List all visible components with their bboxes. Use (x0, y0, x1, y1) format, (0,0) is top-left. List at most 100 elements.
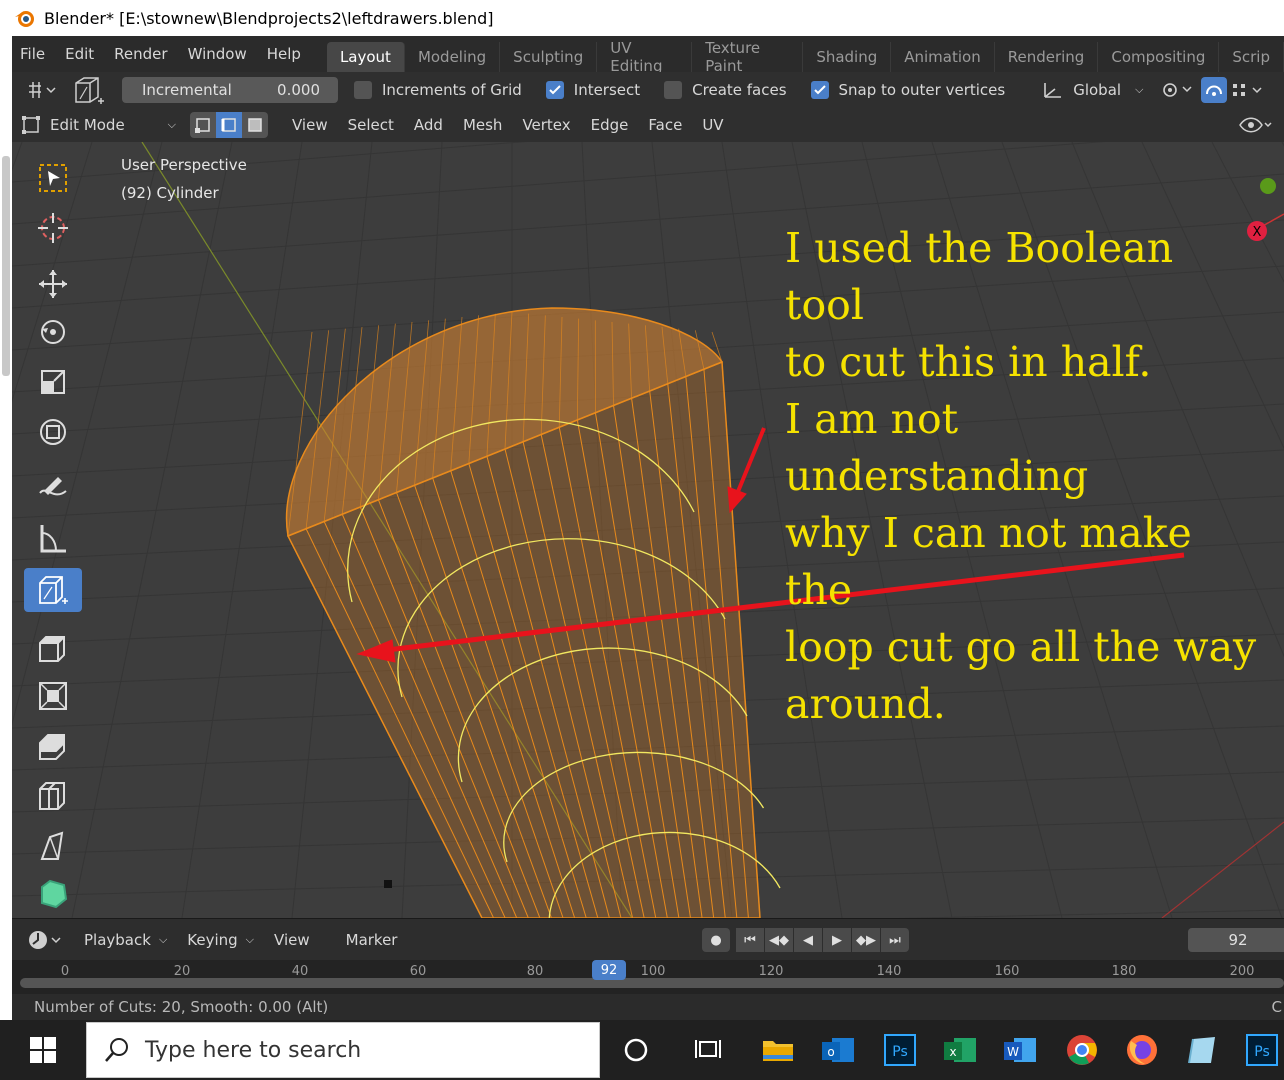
cortana-button[interactable] (614, 1028, 658, 1072)
proportional-toggle[interactable] (1201, 77, 1228, 103)
move-icon (39, 270, 67, 298)
firefox-button[interactable] (1120, 1028, 1164, 1072)
timeline-scrollbar[interactable] (20, 978, 1284, 988)
annotation-line: loop cut go all the way (785, 623, 1257, 671)
menu-label: Playback (84, 930, 151, 949)
orientation-dropdown[interactable]: Global ⌵ (1041, 77, 1151, 103)
checkbox-box[interactable] (545, 81, 564, 99)
tool-transform[interactable] (24, 410, 82, 454)
menu-face[interactable]: Face (638, 116, 692, 134)
record-button[interactable]: ● (702, 928, 730, 952)
app-button[interactable] (1180, 1028, 1224, 1072)
menu-edit[interactable]: Edit (55, 36, 104, 72)
snap-to-dropdown[interactable] (22, 77, 62, 103)
notepad-icon (1188, 1037, 1215, 1064)
menu-playback[interactable]: Playback ⌵ (74, 931, 177, 949)
viewport-header: Edit Mode ⌵ View Select Add Mesh Vertex … (12, 108, 1284, 142)
menu-help[interactable]: Help (257, 36, 311, 72)
edge-select-icon (221, 118, 236, 132)
menu-edge[interactable]: Edge (581, 116, 639, 134)
jump-start-icon[interactable]: ⏮ (736, 928, 764, 952)
tool-loop-cut-active[interactable] (24, 568, 82, 612)
tool-annotate[interactable] (24, 466, 82, 510)
increment-field[interactable]: Incremental 0.000 (122, 77, 338, 103)
tab-animation[interactable]: Animation (891, 42, 995, 72)
loopcut-tool-icon-header[interactable] (66, 77, 110, 104)
folder-icon (763, 1041, 793, 1061)
outlook-button[interactable]: o (816, 1028, 860, 1072)
search-placeholder: Type here to search (145, 1037, 362, 1063)
menu-select[interactable]: Select (338, 116, 404, 134)
menu-view[interactable]: View (282, 116, 338, 134)
timeline-ruler[interactable]: 0 20 40 60 80 100 120 140 160 180 200 92 (12, 960, 1284, 994)
tool-loop-cut[interactable] (24, 774, 82, 818)
menu-marker[interactable]: Marker (336, 931, 408, 949)
tool-rotate[interactable] (24, 310, 82, 354)
word-button[interactable]: W (998, 1028, 1042, 1072)
tab-shading[interactable]: Shading (803, 42, 892, 72)
tab-scripting[interactable]: Scrip (1219, 42, 1284, 72)
photoshop-button-2[interactable]: Ps (1240, 1028, 1284, 1072)
tool-bevel[interactable] (24, 724, 82, 768)
task-view-button[interactable] (686, 1028, 730, 1072)
menu-timeline-view[interactable]: View (264, 931, 320, 949)
snap-icon (29, 82, 56, 98)
tool-inset[interactable] (24, 674, 82, 718)
next-keyframe-icon[interactable]: ◆▶ (852, 928, 880, 952)
excel-button[interactable]: x (938, 1028, 982, 1072)
menu-mesh[interactable]: Mesh (453, 116, 513, 134)
edge-select-button[interactable] (216, 112, 242, 138)
visibility-dropdown[interactable] (1238, 112, 1278, 138)
menu-vertex[interactable]: Vertex (512, 116, 580, 134)
menu-window[interactable]: Window (178, 36, 257, 72)
tab-compositing[interactable]: Compositing (1098, 42, 1220, 72)
tool-move[interactable] (24, 262, 82, 306)
left-scrollbar[interactable] (2, 156, 10, 376)
chrome-button[interactable] (1060, 1028, 1104, 1072)
start-button[interactable] (0, 1020, 86, 1080)
menu-uv[interactable]: UV (692, 116, 733, 134)
tool-knife[interactable] (24, 824, 82, 868)
pivot-dropdown[interactable] (1157, 77, 1197, 103)
play-icon[interactable]: ▶ (823, 928, 851, 952)
svg-text:W: W (1007, 1045, 1019, 1059)
face-select-button[interactable] (242, 112, 268, 138)
tool-measure[interactable] (24, 516, 82, 560)
chevron-down-icon: ⌵ (158, 932, 168, 946)
checkbox-box[interactable] (354, 81, 372, 99)
editor-type-dropdown[interactable] (12, 929, 74, 951)
tool-cursor[interactable] (24, 206, 82, 250)
playhead[interactable]: 92 (592, 960, 626, 980)
intersect-checkbox[interactable]: Intersect (545, 81, 640, 99)
tab-layout[interactable]: Layout (326, 42, 405, 72)
file-explorer-button[interactable] (756, 1028, 800, 1072)
tool-poly-build[interactable] (24, 872, 82, 916)
photoshop-button[interactable]: Ps (878, 1028, 922, 1072)
tool-scale[interactable] (24, 360, 82, 404)
menu-render[interactable]: Render (104, 36, 177, 72)
checkbox-box[interactable] (810, 81, 829, 99)
mode-dropdown[interactable]: Edit Mode ⌵ (20, 112, 180, 138)
checkbox-box[interactable] (664, 81, 683, 99)
tab-sculpting[interactable]: Sculpting (500, 42, 598, 72)
falloff-dropdown[interactable] (1231, 77, 1265, 103)
viewport-menus: View Select Add Mesh Vertex Edge Face UV (282, 116, 734, 134)
tool-extrude[interactable] (24, 626, 82, 670)
create-faces-checkbox[interactable]: Create faces (664, 81, 787, 99)
tab-modeling[interactable]: Modeling (405, 42, 501, 72)
taskbar-search-box[interactable]: Type here to search (86, 1022, 600, 1078)
tool-select-box[interactable] (24, 156, 82, 200)
snap-outer-vertices-checkbox[interactable]: Snap to outer vertices (810, 81, 1005, 99)
increments-of-grid-checkbox[interactable]: Increments of Grid (354, 81, 522, 99)
tab-uv-editing[interactable]: UV Editing (597, 39, 693, 75)
vertex-select-button[interactable] (190, 112, 216, 138)
prev-keyframe-icon[interactable]: ◀◆ (765, 928, 793, 952)
current-frame-field[interactable]: 92 (1188, 928, 1284, 952)
tab-rendering[interactable]: Rendering (995, 42, 1099, 72)
menu-add[interactable]: Add (404, 116, 453, 134)
play-reverse-icon[interactable]: ◀ (794, 928, 822, 952)
menu-keying[interactable]: Keying ⌵ (177, 931, 264, 949)
menu-file[interactable]: File (12, 36, 55, 72)
tab-texture-paint[interactable]: Texture Paint (692, 39, 804, 75)
jump-end-icon[interactable]: ⏭ (881, 928, 909, 952)
